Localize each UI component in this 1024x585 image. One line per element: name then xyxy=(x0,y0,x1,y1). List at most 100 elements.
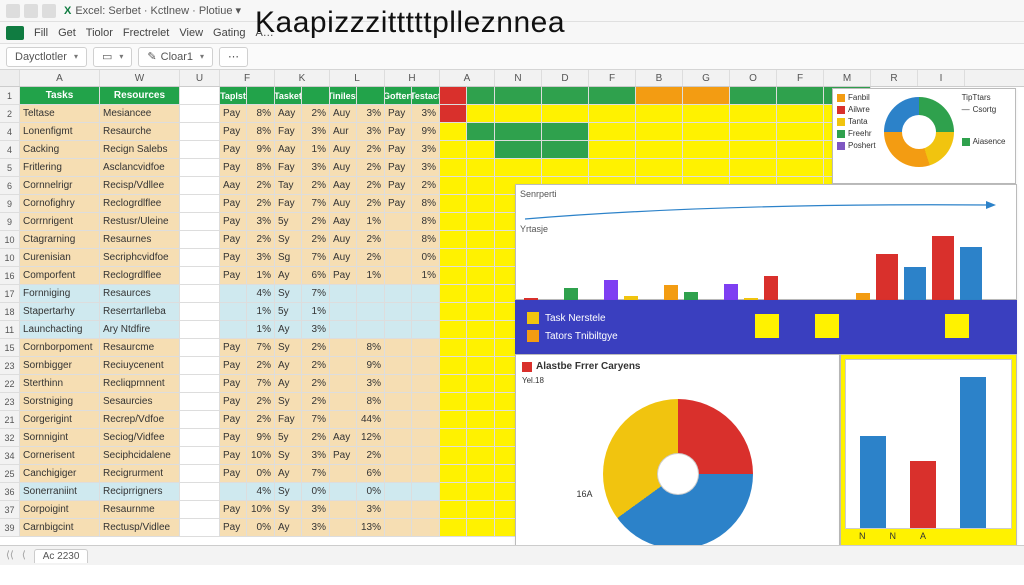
cell[interactable]: 3% xyxy=(357,501,385,519)
cell[interactable] xyxy=(467,465,495,483)
cell[interactable] xyxy=(357,303,385,321)
cell[interactable]: 2% xyxy=(247,393,275,411)
cell[interactable] xyxy=(385,339,412,357)
menu-item[interactable]: Tiolor xyxy=(86,27,113,39)
cell[interactable]: Fay xyxy=(275,411,302,429)
cell[interactable]: Reclogrdlflee xyxy=(100,267,180,285)
cell[interactable] xyxy=(440,519,467,537)
cell[interactable]: 3% xyxy=(412,105,440,123)
cell[interactable] xyxy=(440,213,467,231)
cell[interactable] xyxy=(777,141,824,159)
cell[interactable]: Stapertarhy xyxy=(20,303,100,321)
cell[interactable] xyxy=(180,519,220,537)
cell[interactable]: 2% xyxy=(357,447,385,465)
cell[interactable]: 8% xyxy=(247,123,275,141)
cell[interactable]: 1% xyxy=(357,213,385,231)
cell[interactable] xyxy=(440,159,467,177)
cell[interactable]: Seciphcidalene xyxy=(100,447,180,465)
cell[interactable] xyxy=(777,159,824,177)
col-header[interactable]: D xyxy=(542,70,589,86)
cell[interactable] xyxy=(412,429,440,447)
cell[interactable] xyxy=(180,105,220,123)
cell[interactable] xyxy=(440,87,467,105)
cell[interactable] xyxy=(180,177,220,195)
cell[interactable] xyxy=(467,141,495,159)
cell[interactable] xyxy=(180,195,220,213)
cell[interactable]: 5y xyxy=(275,429,302,447)
cell[interactable] xyxy=(440,285,467,303)
cell[interactable] xyxy=(385,303,412,321)
cell[interactable] xyxy=(357,87,385,105)
cell[interactable] xyxy=(180,141,220,159)
cell[interactable]: Ay xyxy=(275,465,302,483)
cell[interactable]: Tasket xyxy=(275,87,302,105)
cell[interactable]: 8% xyxy=(412,231,440,249)
cell[interactable]: Restusr/Uleine xyxy=(100,213,180,231)
cell[interactable]: Pay xyxy=(385,195,412,213)
cell[interactable]: 2% xyxy=(247,357,275,375)
sheet-nav-prev-icon[interactable]: ⟨⟨ xyxy=(6,550,14,561)
cell[interactable]: 12% xyxy=(357,429,385,447)
cell[interactable] xyxy=(683,123,730,141)
col-header[interactable]: O xyxy=(730,70,777,86)
cell[interactable]: Pay xyxy=(220,375,247,393)
cell[interactable]: 2% xyxy=(302,393,330,411)
cell[interactable]: Resaurces xyxy=(100,285,180,303)
cell[interactable]: 10% xyxy=(247,501,275,519)
col-header[interactable]: H xyxy=(385,70,440,86)
cell[interactable] xyxy=(440,303,467,321)
cell[interactable]: Resaurnme xyxy=(100,501,180,519)
cell[interactable]: 3% xyxy=(357,123,385,141)
cell[interactable]: Ay xyxy=(275,357,302,375)
cell[interactable]: Pay xyxy=(220,267,247,285)
cell[interactable]: 1% xyxy=(412,267,440,285)
cell[interactable] xyxy=(683,159,730,177)
cell[interactable]: Corpoigint xyxy=(20,501,100,519)
cell[interactable] xyxy=(467,231,495,249)
cell[interactable]: 7% xyxy=(247,339,275,357)
cell[interactable]: 23 xyxy=(0,393,20,411)
col-header[interactable]: A xyxy=(440,70,495,86)
cell[interactable]: 9 xyxy=(0,213,20,231)
cell[interactable] xyxy=(180,159,220,177)
cell[interactable]: 4 xyxy=(0,123,20,141)
cell[interactable]: Sg xyxy=(275,249,302,267)
cell[interactable] xyxy=(467,249,495,267)
cell[interactable]: 2% xyxy=(302,429,330,447)
cell[interactable] xyxy=(330,375,357,393)
cell[interactable] xyxy=(412,339,440,357)
cell[interactable]: Aay xyxy=(220,177,247,195)
cell[interactable]: Goftert xyxy=(385,87,412,105)
cell[interactable]: Aay xyxy=(275,105,302,123)
cell[interactable] xyxy=(495,105,542,123)
cell[interactable] xyxy=(777,123,824,141)
cell[interactable] xyxy=(330,519,357,537)
toolbar-dropdown-small[interactable]: ▭ xyxy=(93,47,132,67)
cell[interactable] xyxy=(495,123,542,141)
cell[interactable] xyxy=(467,177,495,195)
cell[interactable] xyxy=(180,411,220,429)
cell[interactable]: Lonenfigmt xyxy=(20,123,100,141)
cell[interactable]: 2% xyxy=(357,249,385,267)
cell[interactable] xyxy=(180,303,220,321)
cell[interactable] xyxy=(385,375,412,393)
cell[interactable] xyxy=(467,375,495,393)
chart-multicolor-bars[interactable]: Senrperti Yrtasje xyxy=(515,184,1017,300)
cell[interactable] xyxy=(330,411,357,429)
cell[interactable] xyxy=(220,321,247,339)
cell[interactable] xyxy=(495,141,542,159)
cell[interactable] xyxy=(220,285,247,303)
cell[interactable]: Pay xyxy=(220,447,247,465)
cell[interactable]: Auy xyxy=(330,249,357,267)
cell[interactable]: 3% xyxy=(247,213,275,231)
cell[interactable]: 1% xyxy=(247,303,275,321)
cell[interactable] xyxy=(730,159,777,177)
toolbar-dropdown-1[interactable]: Dayctlotler xyxy=(6,47,87,67)
cell[interactable]: Sy xyxy=(275,339,302,357)
cell[interactable]: 44% xyxy=(357,411,385,429)
cell[interactable] xyxy=(385,411,412,429)
cell[interactable] xyxy=(440,375,467,393)
cell[interactable] xyxy=(330,501,357,519)
cell[interactable]: 2% xyxy=(412,177,440,195)
cell[interactable] xyxy=(467,339,495,357)
